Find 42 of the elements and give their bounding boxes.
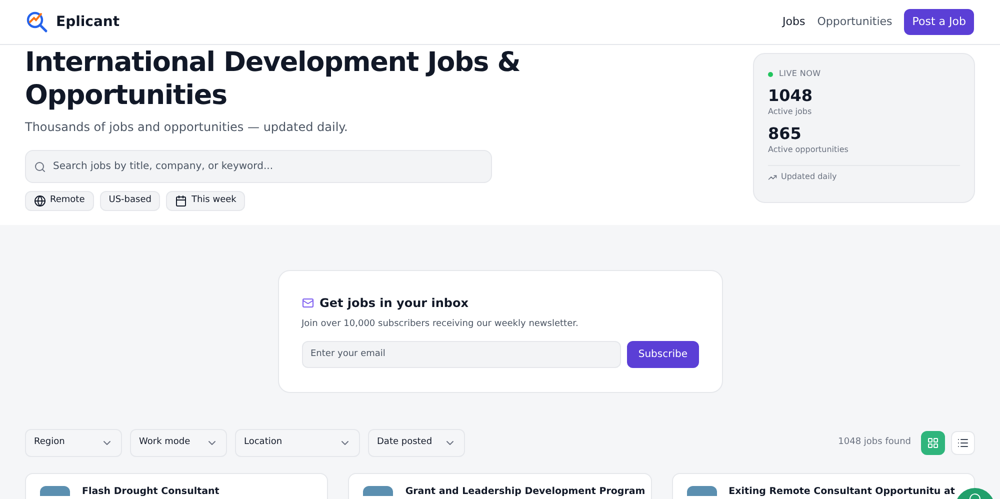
page-title: International Development Jobs & Opportunities — [25, 46, 522, 112]
logo-placeholder — [363, 486, 394, 496]
post-job-button[interactable]: Post a Job — [904, 8, 974, 36]
calendar-icon — [175, 195, 188, 207]
page-subtitle: Thousands of jobs and opportunities — updated daily. — [25, 119, 349, 136]
job-title: Flash Drought Consultant — [82, 486, 220, 498]
filter-dropdown[interactable]: Location — [235, 429, 360, 457]
logo-placeholder — [40, 486, 70, 496]
filter-chip[interactable]: This week — [166, 191, 246, 211]
globe-icon — [34, 195, 46, 207]
newsletter-text: Join over 10,000 subscribers receiving our weekly newsletter. — [302, 318, 580, 331]
logo-icon — [26, 11, 48, 33]
newsletter-title: Get jobs in your inbox — [320, 295, 468, 312]
subscribe-button[interactable]: Subscribe — [627, 340, 698, 368]
stat-label: Active jobs — [768, 106, 813, 118]
filter-chip[interactable]: Remote — [25, 191, 94, 211]
filter-dropdown[interactable]: Region — [25, 429, 122, 457]
stat-value: 1048 — [768, 86, 814, 106]
view-toggle[interactable] — [921, 431, 945, 455]
search-icon — [34, 161, 46, 173]
mail-icon — [302, 297, 314, 309]
job-card[interactable]: Flash Drought Consultant — [25, 473, 328, 499]
live-label: LIVE NOW — [779, 68, 821, 80]
filter-dropdown[interactable]: Work mode — [130, 429, 227, 457]
job-title: Grant and Leadership Development Program — [405, 486, 646, 498]
email-field[interactable]: Enter your email — [302, 340, 622, 368]
nav-link[interactable]: Opportunities — [817, 14, 892, 30]
stat-label: Active opportunities — [768, 144, 850, 156]
filter-chip[interactable]: US-based — [100, 191, 160, 211]
trend-icon — [768, 172, 777, 182]
brand-name: Eplicant — [56, 12, 120, 32]
updated-label: Updated daily — [781, 171, 837, 183]
logo-placeholder — [686, 486, 717, 496]
filter-dropdown[interactable]: Date posted — [368, 429, 465, 457]
stat-value: 865 — [768, 124, 802, 144]
job-card[interactable]: Exiting Remote Consultant Opportunitu at — [672, 473, 975, 499]
jobs-count: 1048 jobs found — [838, 436, 911, 450]
nav-link[interactable]: Jobs — [782, 14, 806, 30]
job-title: Exiting Remote Consultant Opportunitu at — [728, 486, 955, 498]
job-card[interactable]: Grant and Leadership Development Program — [348, 473, 652, 499]
search-field[interactable]: Search jobs by title, company, or keyword... — [25, 150, 492, 183]
grid-icon — [927, 437, 939, 449]
